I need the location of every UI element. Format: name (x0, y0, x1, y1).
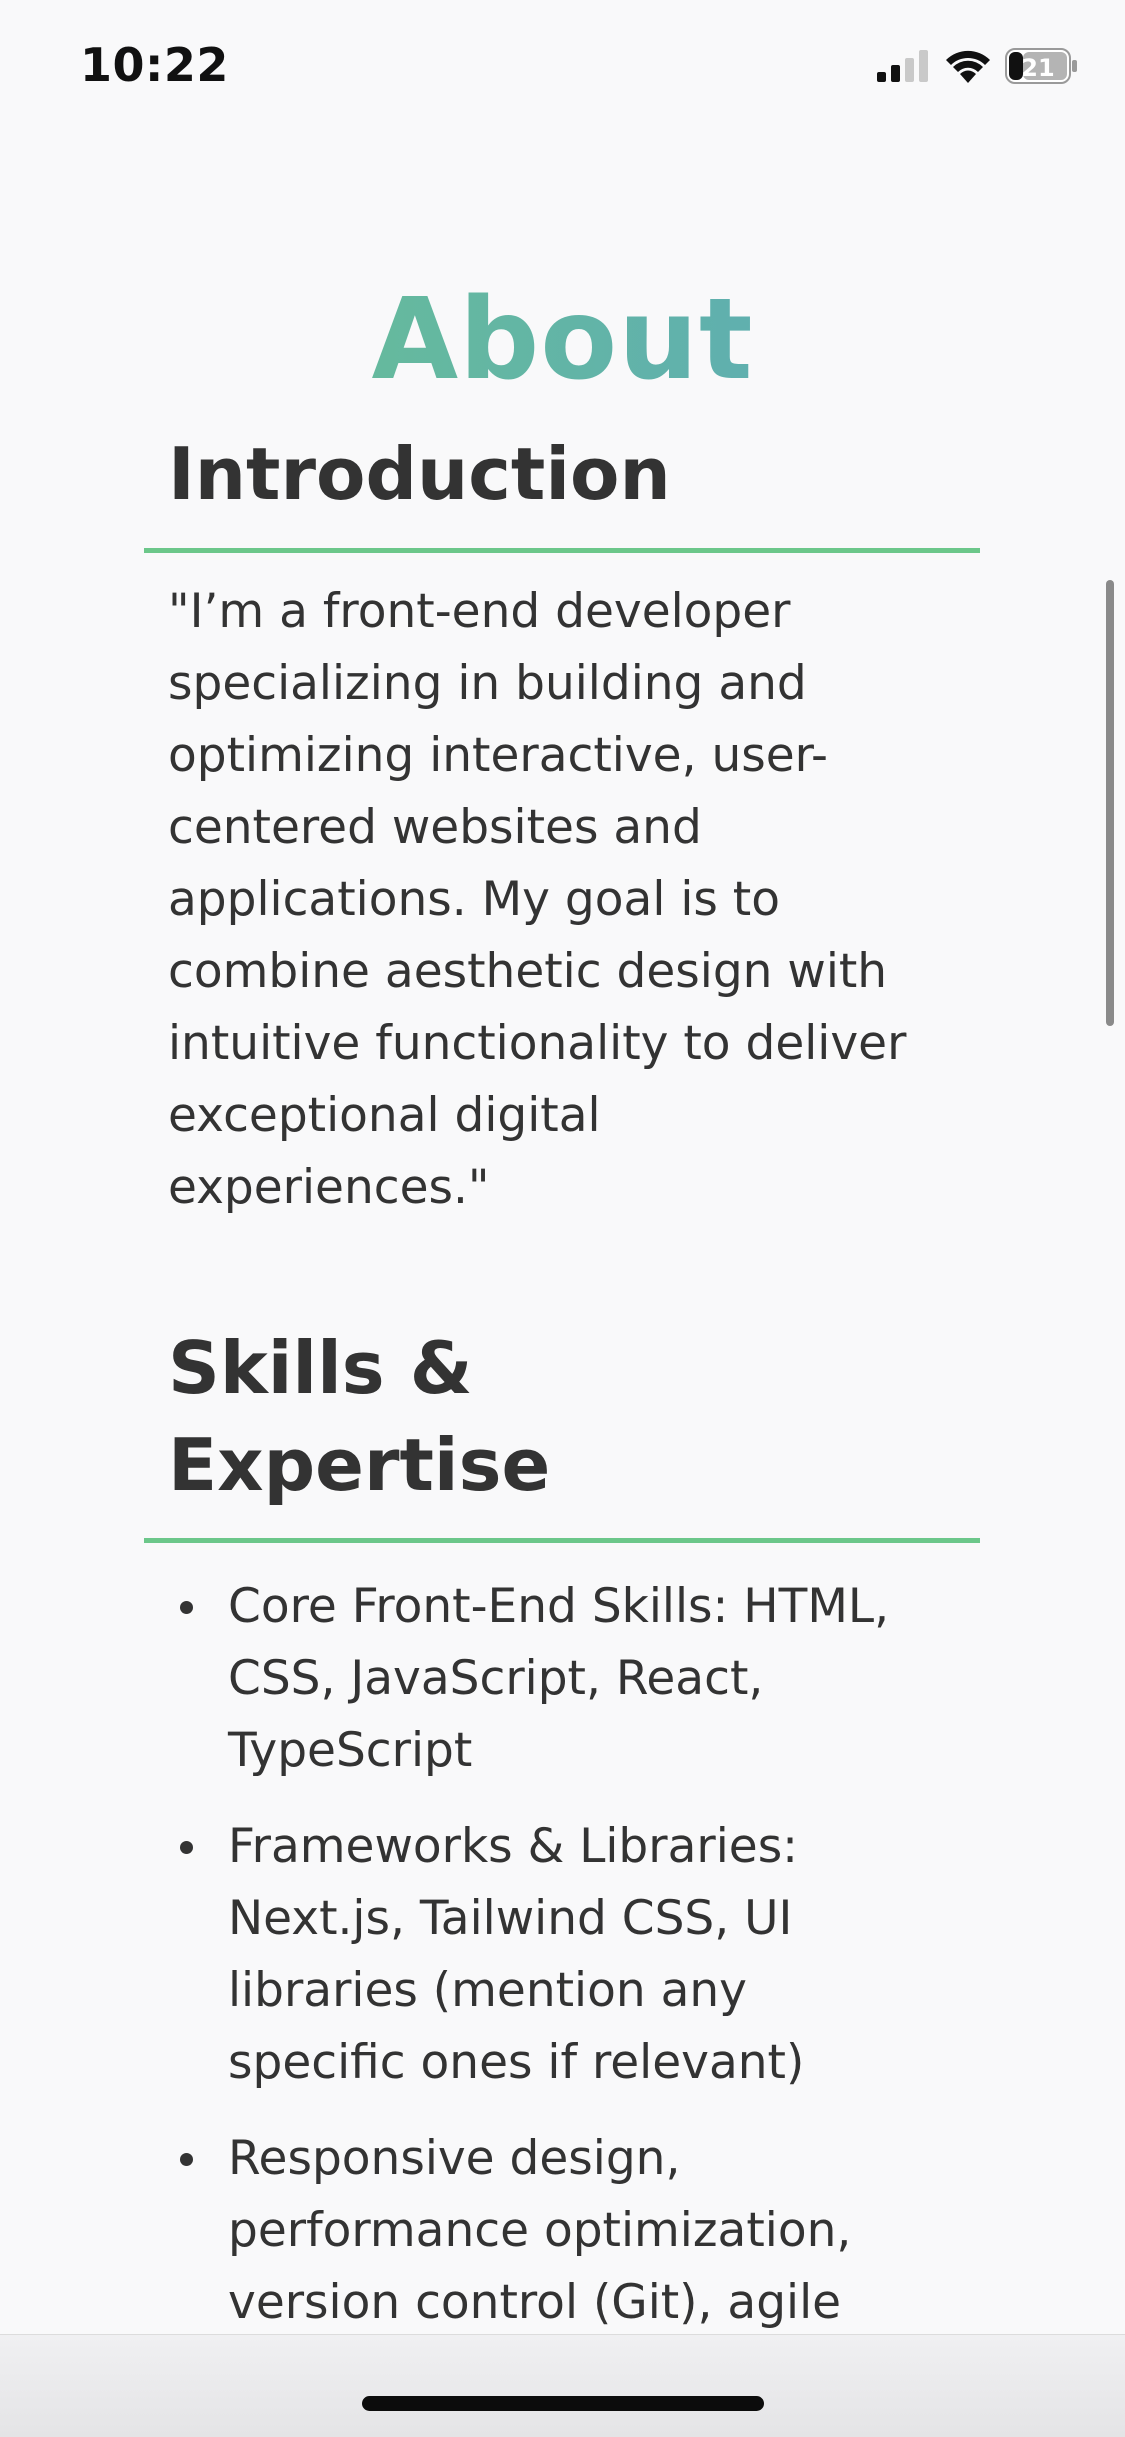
list-item: Frameworks & Libraries: Next.js, Tailwin… (168, 1811, 928, 2099)
skills-list: Core Front-End Skills: HTML, CSS, JavaSc… (168, 1571, 928, 2363)
skill-text: Core Front-End Skills: HTML, CSS, JavaSc… (228, 1579, 890, 1778)
section-divider (144, 548, 980, 553)
home-indicator[interactable] (362, 2396, 764, 2411)
status-time: 10:22 (80, 38, 229, 92)
introduction-heading: Introduction (168, 432, 671, 516)
bullet-icon (180, 2153, 193, 2166)
list-item: Core Front-End Skills: HTML, CSS, JavaSc… (168, 1571, 928, 1787)
status-bar: 10:22 21 (0, 0, 1125, 140)
wifi-icon (945, 49, 991, 83)
bullet-icon (180, 1601, 193, 1614)
section-divider (144, 1538, 980, 1543)
signal-icon (877, 50, 931, 82)
introduction-text: "I’m a front-end developer specializing … (168, 584, 907, 1215)
skills-heading: Skills & Expertise (168, 1326, 551, 1507)
list-item: Responsive design, performance optimizat… (168, 2123, 928, 2339)
scrollbar-thumb[interactable] (1106, 580, 1114, 1026)
bullet-icon (180, 1841, 193, 1854)
battery-icon: 21 (1005, 48, 1079, 84)
skill-text: Responsive design, performance optimizat… (228, 2131, 852, 2330)
page-title: About (0, 273, 1125, 407)
battery-level: 21 (1021, 54, 1054, 82)
skill-text: Frameworks & Libraries: Next.js, Tailwin… (228, 1819, 805, 2090)
status-icons: 21 (877, 48, 1079, 84)
bottom-bar (0, 2334, 1125, 2437)
